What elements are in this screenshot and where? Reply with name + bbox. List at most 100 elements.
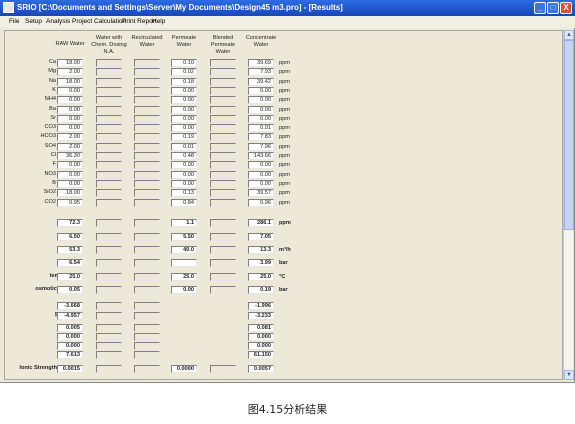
- ion-row-mg-recirc-field[interactable]: [134, 68, 160, 77]
- ion-row-na-conc-field[interactable]: 39.42: [248, 77, 274, 86]
- saturation-row-3-chem-field[interactable]: [96, 351, 122, 359]
- ion-row-sio2-perm-field[interactable]: 0.13: [171, 189, 197, 198]
- ion-row-co3-chem-field[interactable]: [96, 124, 122, 133]
- index-row-1-recirc-field[interactable]: [134, 312, 160, 320]
- param-row-3-raw-field[interactable]: 6.54: [57, 259, 83, 267]
- menu-help[interactable]: Help: [152, 16, 165, 28]
- ion-row-sr-blend-field[interactable]: [210, 114, 236, 123]
- param-row-5-blend-field[interactable]: [210, 286, 236, 294]
- ion-row-f-conc-field[interactable]: 0.00: [248, 161, 274, 170]
- param-row-0-perm-field[interactable]: 1.1: [171, 219, 197, 227]
- ion-row-sr-conc-field[interactable]: 0.00: [248, 114, 274, 123]
- saturation-row-2-raw-field[interactable]: 0.000: [57, 342, 83, 350]
- ion-row-ba-conc-field[interactable]: 0.00: [248, 105, 274, 114]
- ion-row-ca-chem-field[interactable]: [96, 59, 122, 67]
- ion-row-k-recirc-field[interactable]: [134, 86, 160, 95]
- param-row-1-conc-field[interactable]: 7.05: [248, 233, 274, 241]
- ion-row-na-chem-field[interactable]: [96, 77, 122, 86]
- index-row-0-chem-field[interactable]: [96, 302, 122, 310]
- ion-row-co3-conc-field[interactable]: 0.01: [248, 124, 274, 133]
- ion-row-na-recirc-field[interactable]: [134, 77, 160, 86]
- ion-row-no3-chem-field[interactable]: [96, 170, 122, 179]
- ion-row-co2-perm-field[interactable]: 0.84: [171, 198, 197, 207]
- ionic-strength-raw-field[interactable]: 0.0015: [57, 365, 83, 373]
- ion-row-co3-recirc-field[interactable]: [134, 124, 160, 133]
- param-row-2-perm-field[interactable]: 40.0: [171, 246, 197, 254]
- param-row-1-recirc-field[interactable]: [134, 233, 160, 241]
- ion-row-cl-chem-field[interactable]: [96, 152, 122, 160]
- ion-row-sr-raw-field[interactable]: 0.00: [57, 114, 83, 123]
- ion-row-co3-perm-field[interactable]: 0.00: [171, 124, 197, 133]
- saturation-row-1-chem-field[interactable]: [96, 333, 122, 341]
- ion-row-f-perm-field[interactable]: 0.00: [171, 161, 197, 170]
- saturation-row-2-chem-field[interactable]: [96, 342, 122, 350]
- ion-row-hco3-chem-field[interactable]: [96, 133, 122, 142]
- param-row-1-raw-field[interactable]: 6.50: [57, 233, 83, 241]
- saturation-row-1-raw-field[interactable]: 0.000: [57, 333, 83, 341]
- param-row-5-conc-field[interactable]: 0.19: [248, 286, 274, 294]
- ion-row-f-blend-field[interactable]: [210, 161, 236, 170]
- ion-row-hco3-perm-field[interactable]: 0.19: [171, 133, 197, 142]
- ion-row-hco3-raw-field[interactable]: 2.00: [57, 133, 83, 142]
- ion-row-so4-raw-field[interactable]: 2.00: [57, 142, 83, 151]
- ion-row-k-raw-field[interactable]: 0.00: [57, 86, 83, 95]
- scroll-down-arrow-icon[interactable]: ▼: [564, 370, 574, 380]
- param-row-5-perm-field[interactable]: 0.00: [171, 286, 197, 294]
- param-row-0-recirc-field[interactable]: [134, 219, 160, 227]
- param-row-5-chem-field[interactable]: [96, 286, 122, 294]
- ion-row-cl-conc-field[interactable]: 143.66: [248, 152, 274, 160]
- close-button[interactable]: X: [560, 2, 572, 14]
- param-row-5-recirc-field[interactable]: [134, 286, 160, 294]
- ion-row-sr-chem-field[interactable]: [96, 114, 122, 123]
- ion-row-b-raw-field[interactable]: 0.00: [57, 179, 83, 188]
- ion-row-cl-blend-field[interactable]: [210, 152, 236, 160]
- ion-row-ba-recirc-field[interactable]: [134, 105, 160, 114]
- saturation-row-0-conc-field[interactable]: 0.081: [248, 324, 274, 332]
- saturation-row-3-raw-field[interactable]: 7.613: [57, 351, 83, 359]
- ion-row-co2-recirc-field[interactable]: [134, 198, 160, 207]
- ion-row-b-recirc-field[interactable]: [134, 179, 160, 188]
- index-row-0-raw-field[interactable]: -3.668: [57, 302, 83, 310]
- ion-row-b-perm-field[interactable]: 0.00: [171, 179, 197, 188]
- ionic-strength-recirc-field[interactable]: [134, 365, 160, 373]
- ion-row-hco3-blend-field[interactable]: [210, 133, 236, 142]
- ionic-strength-perm-field[interactable]: 0.0000: [171, 365, 197, 373]
- ion-row-b-chem-field[interactable]: [96, 179, 122, 188]
- ion-row-so4-chem-field[interactable]: [96, 142, 122, 151]
- ion-row-so4-blend-field[interactable]: [210, 142, 236, 151]
- param-row-3-perm-field[interactable]: [171, 259, 197, 267]
- ion-row-mg-chem-field[interactable]: [96, 68, 122, 77]
- param-row-2-blend-field[interactable]: [210, 246, 236, 254]
- vertical-scrollbar[interactable]: ▲ ▼: [563, 30, 574, 380]
- ion-row-mg-raw-field[interactable]: 2.00: [57, 68, 83, 77]
- param-row-3-recirc-field[interactable]: [134, 259, 160, 267]
- saturation-row-1-recirc-field[interactable]: [134, 333, 160, 341]
- ion-row-ba-perm-field[interactable]: 0.00: [171, 105, 197, 114]
- scroll-thumb[interactable]: [564, 40, 574, 230]
- maximize-button[interactable]: □: [547, 2, 559, 14]
- menu-analysis[interactable]: Analysis: [46, 16, 70, 28]
- ion-row-ba-blend-field[interactable]: [210, 105, 236, 114]
- ionic-strength-blend-field[interactable]: [210, 365, 236, 373]
- ion-row-nh4-perm-field[interactable]: 0.00: [171, 96, 197, 105]
- ion-row-ca-recirc-field[interactable]: [134, 59, 160, 67]
- param-row-3-blend-field[interactable]: [210, 259, 236, 267]
- ion-row-b-conc-field[interactable]: 0.00: [248, 179, 274, 188]
- saturation-row-2-recirc-field[interactable]: [134, 342, 160, 350]
- saturation-row-3-conc-field[interactable]: 61.150: [248, 351, 274, 359]
- saturation-row-0-recirc-field[interactable]: [134, 324, 160, 332]
- ion-row-na-perm-field[interactable]: 0.18: [171, 77, 197, 86]
- saturation-row-0-raw-field[interactable]: 0.005: [57, 324, 83, 332]
- param-row-0-blend-field[interactable]: [210, 219, 236, 227]
- ion-row-so4-recirc-field[interactable]: [134, 142, 160, 151]
- param-row-3-conc-field[interactable]: 3.99: [248, 259, 274, 267]
- ion-row-cl-raw-field[interactable]: 36.30: [57, 152, 83, 160]
- ion-row-k-chem-field[interactable]: [96, 86, 122, 95]
- ion-row-hco3-recirc-field[interactable]: [134, 133, 160, 142]
- menu-file[interactable]: File: [9, 16, 19, 28]
- param-row-2-chem-field[interactable]: [96, 246, 122, 254]
- ion-row-co2-chem-field[interactable]: [96, 198, 122, 207]
- param-row-2-conc-field[interactable]: 13.3: [248, 246, 274, 254]
- ion-row-co3-raw-field[interactable]: 0.00: [57, 124, 83, 133]
- ion-row-co2-conc-field[interactable]: 0.96: [248, 198, 274, 207]
